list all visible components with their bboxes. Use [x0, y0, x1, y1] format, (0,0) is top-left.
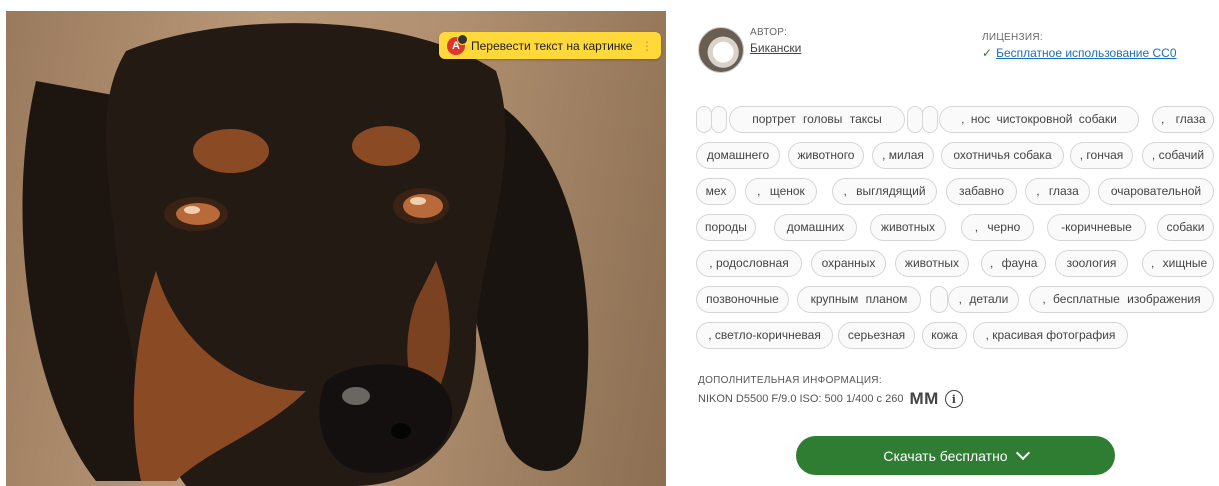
tag-row: породы домашних животных , черно -коричн…	[696, 214, 1216, 241]
tag-chip[interactable]: , нос чистокровной собаки	[939, 106, 1139, 133]
tag-chip[interactable]: позвоночные	[696, 286, 789, 313]
tag-chip[interactable]: , детали	[948, 286, 1019, 313]
tag-row: , светло-коричневая серьезная кожа , кра…	[696, 322, 1216, 349]
tag-list: портрет головы таксы , нос чистокровной …	[696, 106, 1216, 358]
chevron-down-icon	[1015, 445, 1030, 461]
tag-chip[interactable]: породы	[696, 214, 756, 241]
author-block: Автор: Бикански	[698, 27, 801, 73]
translate-icon: A	[447, 33, 468, 55]
tag-chip[interactable]	[696, 106, 712, 133]
tag-chip[interactable]: , бесплатные изображения	[1029, 286, 1214, 313]
tag-chip[interactable]: собаки	[1157, 214, 1214, 241]
page: A Перевести текст на картинке ⋮ Автор: Б…	[0, 0, 1219, 486]
tag-chip[interactable]: домашнего	[696, 142, 780, 169]
tag-chip[interactable]: животных	[870, 214, 946, 241]
tag-chip[interactable]: очаровательной	[1098, 178, 1214, 205]
tag-chip[interactable]: зоология	[1055, 250, 1128, 277]
tag-chip[interactable]: домашних	[774, 214, 857, 241]
tag-chip[interactable]: , выглядящий	[832, 178, 937, 205]
tag-chip[interactable]	[907, 106, 923, 133]
exif-line: NIKON D5500 F/9.0 ISO: 500 1/400 с 260 М…	[698, 389, 963, 409]
more-options-icon[interactable]: ⋮	[641, 39, 653, 53]
tag-row: , родословная охранных животных , фауна …	[696, 250, 1216, 277]
tag-chip[interactable]: животного	[788, 142, 864, 169]
tag-chip[interactable]: охранных	[811, 250, 886, 277]
tag-chip[interactable]	[930, 286, 948, 313]
tag-chip[interactable]: крупным планом	[797, 286, 921, 313]
dog-illustration	[22, 23, 589, 486]
tag-chip[interactable]: , глаза	[1025, 178, 1090, 205]
tag-chip[interactable]: мех	[696, 178, 736, 205]
tag-row: мех , щенок , выглядящий забавно , глаза…	[696, 178, 1216, 205]
download-button-label: Скачать бесплатно	[883, 447, 1008, 464]
tag-row: домашнего животного , милая охотничья со…	[696, 142, 1216, 169]
exif-text: NIKON D5500 F/9.0 ISO: 500 1/400 с 260	[698, 393, 904, 405]
tag-row: позвоночные крупным планом , детали , бе…	[696, 286, 1216, 313]
tag-chip[interactable]: , хищные	[1142, 250, 1214, 277]
check-icon: ✓	[982, 46, 993, 60]
download-free-button[interactable]: Скачать бесплатно	[796, 436, 1115, 475]
tag-chip[interactable]: забавно	[946, 178, 1017, 205]
tag-chip[interactable]: , родословная	[696, 250, 802, 277]
tag-chip[interactable]: , милая	[872, 142, 934, 169]
translate-button-label: Перевести текст на картинке	[471, 38, 633, 53]
tag-chip[interactable]: , собачий	[1142, 142, 1214, 169]
tag-chip[interactable]: портрет головы таксы	[729, 106, 905, 133]
tag-chip[interactable]: серьезная	[838, 322, 915, 349]
license-link[interactable]: Бесплатное использование CC0	[996, 46, 1176, 60]
tag-chip[interactable]: , щенок	[745, 178, 817, 205]
tag-row: портрет головы таксы , нос чистокровной …	[696, 106, 1216, 133]
tag-chip[interactable]	[922, 106, 938, 133]
license-block: Лицензия: ✓ Бесплатное использование CC0	[982, 32, 1177, 60]
tag-chip[interactable]: животных	[895, 250, 969, 277]
tag-chip[interactable]: , фауна	[981, 250, 1046, 277]
author-label: Автор:	[750, 27, 788, 38]
tag-chip[interactable]: , красивая фотография	[973, 322, 1128, 349]
author-link[interactable]: Бикански	[750, 41, 801, 55]
tag-chip[interactable]: кожа	[922, 322, 967, 349]
tag-chip[interactable]: -коричневые	[1047, 214, 1146, 241]
license-label: Лицензия:	[982, 32, 1043, 43]
tag-chip[interactable]	[711, 106, 727, 133]
tag-chip[interactable]: , гончая	[1070, 142, 1133, 169]
tag-chip[interactable]: , светло-коричневая	[696, 322, 833, 349]
info-icon[interactable]: i	[944, 390, 963, 408]
translate-image-text-button[interactable]: A Перевести текст на картинке ⋮	[439, 32, 661, 59]
tag-chip[interactable]: , черно	[961, 214, 1034, 241]
author-avatar[interactable]	[698, 27, 744, 73]
tag-chip[interactable]: охотничья собака	[941, 142, 1064, 169]
tag-chip[interactable]: , глаза	[1152, 106, 1214, 133]
dog-photo[interactable]: A Перевести текст на картинке ⋮	[6, 11, 666, 486]
focal-unit: ММ	[909, 389, 939, 408]
extra-info-title: Дополнительная информация:	[698, 375, 882, 386]
